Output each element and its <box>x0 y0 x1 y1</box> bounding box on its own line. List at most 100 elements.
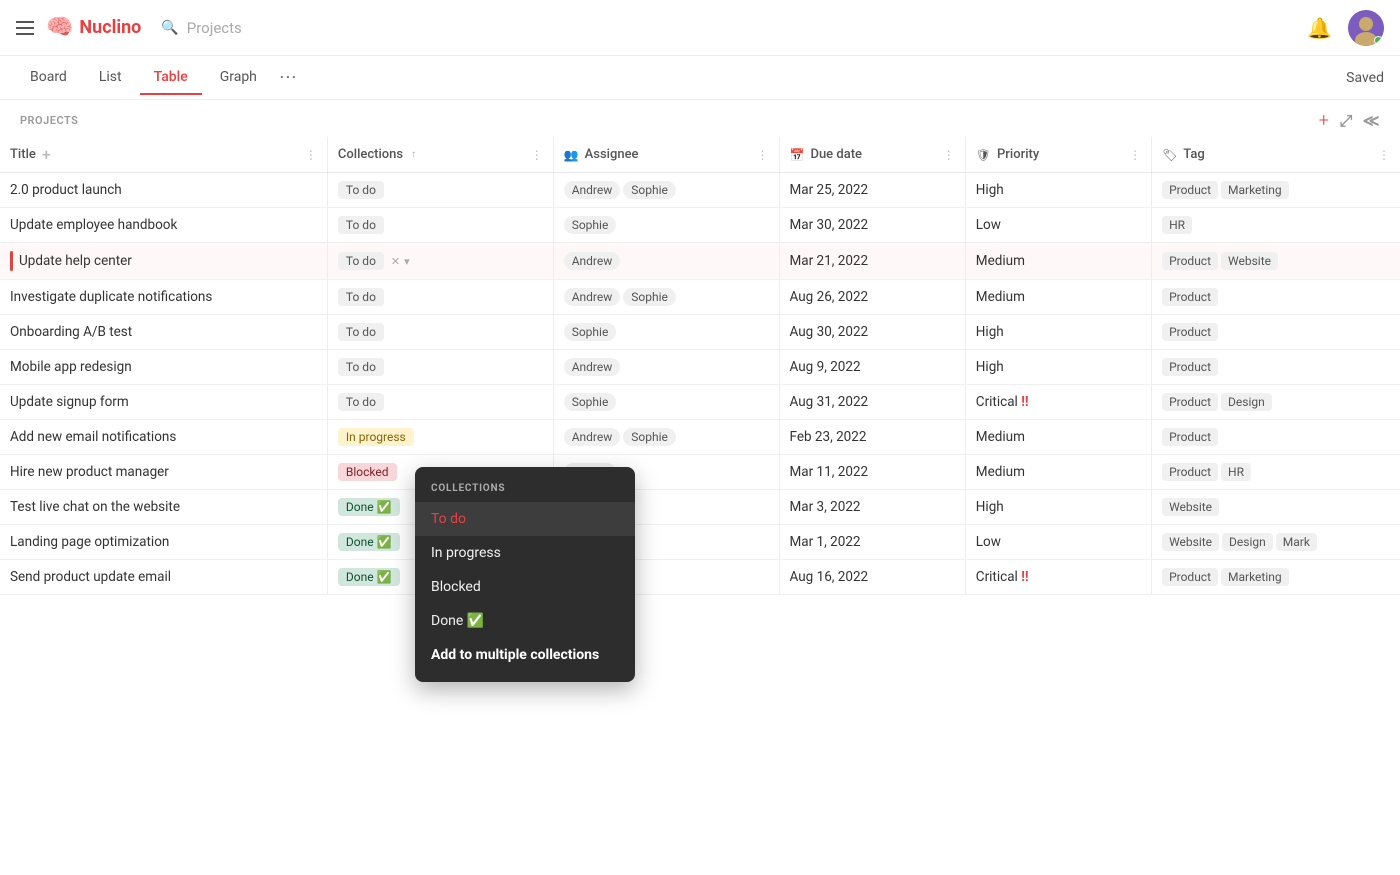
collection-badge[interactable]: Done ✅ <box>338 533 400 551</box>
tag-badge[interactable]: Design <box>1221 393 1272 411</box>
tag-badge[interactable]: Product <box>1162 288 1218 306</box>
cell-tag[interactable]: ProductHR <box>1152 455 1400 490</box>
tag-badge[interactable]: Product <box>1162 568 1218 586</box>
collection-badge[interactable]: Done ✅ <box>338 498 400 516</box>
cell-tag[interactable]: ProductMarketing <box>1152 560 1400 595</box>
assignee-badge[interactable]: Andrew <box>564 181 621 199</box>
avatar[interactable] <box>1348 10 1384 46</box>
collapse-button[interactable]: ≪ <box>1363 111 1380 130</box>
cell-tag[interactable]: WebsiteDesignMark <box>1152 525 1400 560</box>
cell-assignee[interactable]: AndrewSophie <box>553 420 779 455</box>
expand-button[interactable]: ⤢ <box>1339 111 1352 131</box>
cell-title[interactable]: Update help center <box>0 243 327 280</box>
collection-badge[interactable]: To do <box>338 181 384 199</box>
collection-badge[interactable]: To do <box>338 323 384 341</box>
assignee-badge[interactable]: Sophie <box>564 216 617 234</box>
add-project-button[interactable]: + <box>1319 110 1330 131</box>
cell-assignee[interactable]: Sophie <box>553 208 779 243</box>
dropdown-item-todo[interactable]: To do <box>415 502 635 536</box>
assignee-badge[interactable]: Sophie <box>623 428 676 446</box>
collection-dropdown-chevron[interactable]: ▾ <box>404 255 410 268</box>
collections-col-menu[interactable]: ⋮ <box>531 148 543 162</box>
collection-badge[interactable]: To do <box>338 288 384 306</box>
tag-badge[interactable]: Mark <box>1276 533 1317 551</box>
search-area[interactable]: 🔍 Projects <box>161 19 241 37</box>
cell-title[interactable]: Landing page optimization <box>0 525 327 560</box>
cell-title[interactable]: Send product update email <box>0 560 327 595</box>
cell-assignee[interactable]: Andrew <box>553 243 779 280</box>
cell-collections[interactable]: To do ✕ ▾ <box>327 243 553 280</box>
assignee-badge[interactable]: Sophie <box>623 181 676 199</box>
cell-title[interactable]: Hire new product manager <box>0 455 327 490</box>
tab-graph[interactable]: Graph <box>206 61 271 95</box>
hamburger-menu[interactable] <box>16 21 34 35</box>
tab-board[interactable]: Board <box>16 61 81 95</box>
cell-assignee[interactable]: AndrewSophie <box>553 280 779 315</box>
assignee-badge[interactable]: Andrew <box>564 288 621 306</box>
collection-badge[interactable]: Done ✅ <box>338 568 400 586</box>
nav-more-button[interactable]: ⋯ <box>279 67 297 88</box>
assignee-badge[interactable]: Sophie <box>564 323 617 341</box>
cell-title[interactable]: Mobile app redesign <box>0 350 327 385</box>
title-col-menu[interactable]: ⋮ <box>305 148 317 162</box>
cell-assignee[interactable]: Sophie <box>553 385 779 420</box>
assignee-badge[interactable]: Andrew <box>564 358 621 376</box>
collection-remove-button[interactable]: ✕ <box>391 255 400 268</box>
cell-title[interactable]: Investigate duplicate notifications <box>0 280 327 315</box>
cell-title[interactable]: Onboarding A/B test <box>0 315 327 350</box>
tag-badge[interactable]: Website <box>1162 533 1219 551</box>
cell-tag[interactable]: Product <box>1152 350 1400 385</box>
tag-badge[interactable]: Product <box>1162 181 1218 199</box>
collection-badge[interactable]: To do <box>338 252 384 270</box>
cell-tag[interactable]: Product <box>1152 420 1400 455</box>
collection-badge[interactable]: To do <box>338 216 384 234</box>
dropdown-add-multiple[interactable]: Add to multiple collections <box>415 638 635 672</box>
cell-title[interactable]: Update employee handbook <box>0 208 327 243</box>
notification-bell[interactable]: 🔔 <box>1307 16 1332 40</box>
tag-badge[interactable]: Website <box>1162 498 1219 516</box>
cell-collections[interactable]: To do <box>327 350 553 385</box>
cell-tag[interactable]: ProductDesign <box>1152 385 1400 420</box>
cell-tag[interactable]: ProductWebsite <box>1152 243 1400 280</box>
tab-table[interactable]: Table <box>140 61 202 95</box>
assignee-badge[interactable]: Sophie <box>564 393 617 411</box>
tag-badge[interactable]: Product <box>1162 463 1218 481</box>
cell-assignee[interactable]: AndrewSophie <box>553 173 779 208</box>
cell-title[interactable]: 2.0 product launch <box>0 173 327 208</box>
cell-collections[interactable]: To do <box>327 208 553 243</box>
cell-collections[interactable]: To do <box>327 280 553 315</box>
cell-tag[interactable]: Product <box>1152 315 1400 350</box>
assignee-col-menu[interactable]: ⋮ <box>757 148 769 162</box>
tag-badge[interactable]: Product <box>1162 358 1218 376</box>
dropdown-item-done[interactable]: Done ✅ <box>415 604 635 638</box>
dropdown-item-blocked[interactable]: Blocked <box>415 570 635 604</box>
dropdown-item-inprogress[interactable]: In progress <box>415 536 635 570</box>
cell-title[interactable]: Add new email notifications <box>0 420 327 455</box>
tag-badge[interactable]: HR <box>1162 216 1192 234</box>
tag-badge[interactable]: Marketing <box>1221 568 1289 586</box>
add-column-button[interactable]: + <box>42 145 51 164</box>
collection-badge[interactable]: To do <box>338 358 384 376</box>
assignee-badge[interactable]: Andrew <box>564 428 621 446</box>
cell-tag[interactable]: Website <box>1152 490 1400 525</box>
duedate-col-menu[interactable]: ⋮ <box>943 148 955 162</box>
cell-collections[interactable]: To do <box>327 385 553 420</box>
cell-tag[interactable]: ProductMarketing <box>1152 173 1400 208</box>
tab-list[interactable]: List <box>85 61 136 95</box>
collection-badge[interactable]: In progress <box>338 428 414 446</box>
tag-badge[interactable]: Product <box>1162 393 1218 411</box>
tag-badge[interactable]: Product <box>1162 428 1218 446</box>
collections-sort-icon[interactable]: ↑ <box>411 149 416 160</box>
tag-badge[interactable]: Product <box>1162 252 1218 270</box>
table-scroll[interactable]: Title + ⋮ Collections ↑ ⋮ <box>0 137 1400 857</box>
cell-title[interactable]: Test live chat on the website <box>0 490 327 525</box>
search-input[interactable]: Projects <box>187 19 242 37</box>
tag-badge[interactable]: Website <box>1221 252 1278 270</box>
tag-col-menu[interactable]: ⋮ <box>1378 148 1390 162</box>
cell-tag[interactable]: HR <box>1152 208 1400 243</box>
cell-assignee[interactable]: Andrew <box>553 350 779 385</box>
cell-assignee[interactable]: Sophie <box>553 315 779 350</box>
collections-dropdown[interactable]: COLLECTIONS To do In progress Blocked Do… <box>415 467 635 682</box>
tag-badge[interactable]: Marketing <box>1221 181 1289 199</box>
cell-collections[interactable]: To do <box>327 315 553 350</box>
